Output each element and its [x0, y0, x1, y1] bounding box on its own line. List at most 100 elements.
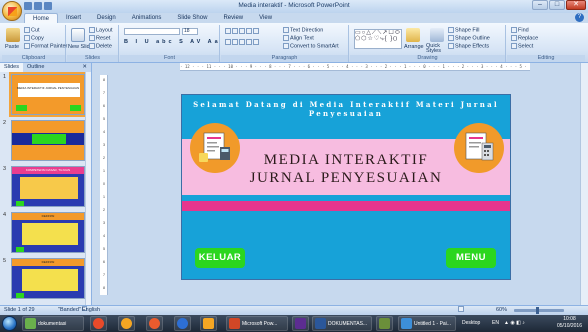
zoom-slider[interactable]: [514, 307, 564, 314]
effects-icon: [448, 43, 454, 49]
minimize-button[interactable]: –: [532, 0, 548, 10]
tab-outline[interactable]: Outline: [23, 63, 48, 72]
tab-view[interactable]: View: [251, 13, 280, 23]
strikethrough-button[interactable]: abc: [156, 39, 174, 45]
text-direction-button[interactable]: Text Direction: [283, 27, 323, 33]
close-panel-icon[interactable]: ✕: [78, 63, 91, 72]
slide-thumbnail[interactable]: DEFINISI: [11, 258, 85, 299]
select-icon: [511, 43, 517, 49]
underline-button[interactable]: U: [145, 39, 152, 45]
tab-design[interactable]: Design: [89, 13, 124, 23]
font-size-dropdown[interactable]: 18: [182, 28, 198, 35]
tab-insert[interactable]: Insert: [58, 13, 89, 23]
format-painter-button[interactable]: Format Painter: [24, 43, 67, 49]
shape-outline-button[interactable]: Shape Outline: [448, 35, 490, 41]
taskbar-app[interactable]: [376, 316, 393, 331]
copy-button[interactable]: Copy: [24, 35, 44, 41]
taskbar-app[interactable]: [200, 316, 217, 331]
chrome-icon: [121, 318, 132, 329]
fill-icon: [448, 27, 454, 33]
taskbar-app[interactable]: Microsoft Pow...: [226, 316, 288, 331]
help-icon[interactable]: ?: [575, 13, 584, 22]
delete-button[interactable]: Delete: [89, 43, 112, 49]
brush-icon: [24, 43, 30, 49]
reset-button[interactable]: Reset: [89, 35, 110, 41]
bold-button[interactable]: B: [124, 39, 131, 45]
align-text-button[interactable]: Align Text: [283, 35, 314, 41]
change-case-button[interactable]: Aa: [208, 39, 221, 45]
shapes-gallery[interactable]: ▭○△⟋⟍↗☐⬭ ⬠⬡☆♡⤷{ }⬯: [354, 29, 402, 49]
zoom-slider-knob[interactable]: [536, 307, 539, 314]
thumb-title: DEFINISI: [41, 260, 55, 264]
shape-fill-button[interactable]: Shape Fill: [448, 27, 479, 33]
delete-icon: [89, 43, 95, 49]
editor-scrollbar[interactable]: [580, 63, 588, 305]
office-button[interactable]: [2, 1, 22, 21]
taskbar: dokumentasi Microsoft Pow... DOKUMENTAS.…: [0, 315, 588, 332]
slide-title: MEDIA INTERAKTIF JURNAL PENYESUAIAN: [182, 151, 510, 187]
slide-title-line1: MEDIA INTERAKTIF: [263, 152, 429, 168]
paste-button[interactable]: Paste: [5, 44, 19, 50]
tray-icons[interactable]: ▲ ◉ ◧ ♪: [504, 320, 525, 326]
taskbar-app[interactable]: Untitled 1 - Pai...: [398, 316, 456, 331]
desktop-toolbar[interactable]: Desktop: [462, 320, 480, 326]
slides-group: New Slide Layout Reset Delete Slides: [67, 25, 119, 62]
align-buttons[interactable]: [225, 39, 260, 45]
replace-button[interactable]: Replace: [511, 35, 538, 41]
taskbar-app[interactable]: [118, 316, 135, 331]
close-button[interactable]: ✕: [566, 0, 586, 10]
find-button[interactable]: Find: [511, 27, 529, 33]
thumb-title: MEDIA INTERAKTIF JURNAL PENYESUAIAN: [16, 86, 80, 90]
paragraph-group: Text Direction Align Text Convert to Sma…: [221, 25, 349, 62]
panel-scrollbar[interactable]: [85, 72, 91, 305]
language-indicator[interactable]: EN: [492, 320, 499, 326]
font-style-buttons[interactable]: B I U abc S AV Aa A: [124, 39, 232, 45]
font-name-dropdown[interactable]: [124, 28, 180, 35]
shadow-button[interactable]: S: [179, 39, 186, 45]
clipboard-group-label: Clipboard: [2, 55, 65, 62]
slides-panel: Slides Outline ✕ 1 MEDIA INTERAKTIF JURN…: [0, 63, 92, 305]
horizontal-ruler: · 12 · · · 11 · · · 10 · · · 9 · · · 8 ·…: [180, 63, 530, 71]
taskbar-app[interactable]: [90, 316, 107, 331]
select-button[interactable]: Select: [511, 43, 533, 49]
slide-thumbnail[interactable]: [11, 120, 85, 161]
menu-button[interactable]: MENU: [446, 248, 496, 268]
keluar-button[interactable]: KELUAR: [195, 248, 245, 268]
tab-review[interactable]: Review: [215, 13, 251, 23]
taskbar-app[interactable]: [146, 316, 163, 331]
maximize-button[interactable]: □: [549, 0, 565, 10]
taskbar-app[interactable]: [174, 316, 191, 331]
clock[interactable]: 10:08 05/10/2016: [557, 316, 582, 330]
layout-button[interactable]: Layout: [89, 27, 113, 33]
slide-title-line2: JURNAL PENYESUAIAN: [249, 170, 443, 186]
slide-thumbnail[interactable]: MEDIA INTERAKTIF JURNAL PENYESUAIAN: [9, 72, 87, 117]
align-text-icon: [283, 35, 289, 41]
italic-button[interactable]: I: [136, 39, 141, 45]
smartart-button[interactable]: Convert to SmartArt: [283, 43, 339, 49]
slide-thumbnail[interactable]: DEFINISI: [11, 212, 85, 253]
char-spacing-button[interactable]: AV: [190, 39, 203, 45]
taskbar-app[interactable]: dokumentasi: [22, 316, 84, 331]
drawing-group-label: Drawing: [350, 55, 505, 62]
tab-slide-show[interactable]: Slide Show: [169, 13, 215, 23]
window-controls: – □ ✕: [532, 0, 586, 10]
shape-effects-button[interactable]: Shape Effects: [448, 43, 489, 49]
quick-styles-button[interactable]: Quick Styles: [426, 43, 446, 54]
arrange-button[interactable]: Arrange: [404, 44, 424, 50]
clock-time: 10:08: [563, 316, 576, 322]
taskbar-app[interactable]: DOKUMENTAS...: [312, 316, 372, 331]
current-slide[interactable]: Selamat Datang di Media Interaktif Mater…: [181, 94, 511, 280]
start-button[interactable]: [2, 316, 17, 331]
welcome-text: Selamat Datang di Media Interaktif Mater…: [193, 100, 499, 118]
zoom-level[interactable]: 60%: [496, 306, 507, 315]
tab-home[interactable]: Home: [24, 13, 59, 23]
thumb-number: 4: [3, 212, 7, 218]
paste-icon: [6, 28, 20, 42]
copy-icon: [24, 35, 30, 41]
list-buttons[interactable]: [225, 28, 260, 34]
slide-thumbnail[interactable]: KOMPETENSI DASAR, TUJUAN: [11, 166, 85, 207]
taskbar-app[interactable]: [292, 316, 309, 331]
tab-slides[interactable]: Slides: [0, 63, 23, 72]
tab-animations[interactable]: Animations: [124, 13, 170, 23]
cut-button[interactable]: Cut: [24, 27, 40, 33]
